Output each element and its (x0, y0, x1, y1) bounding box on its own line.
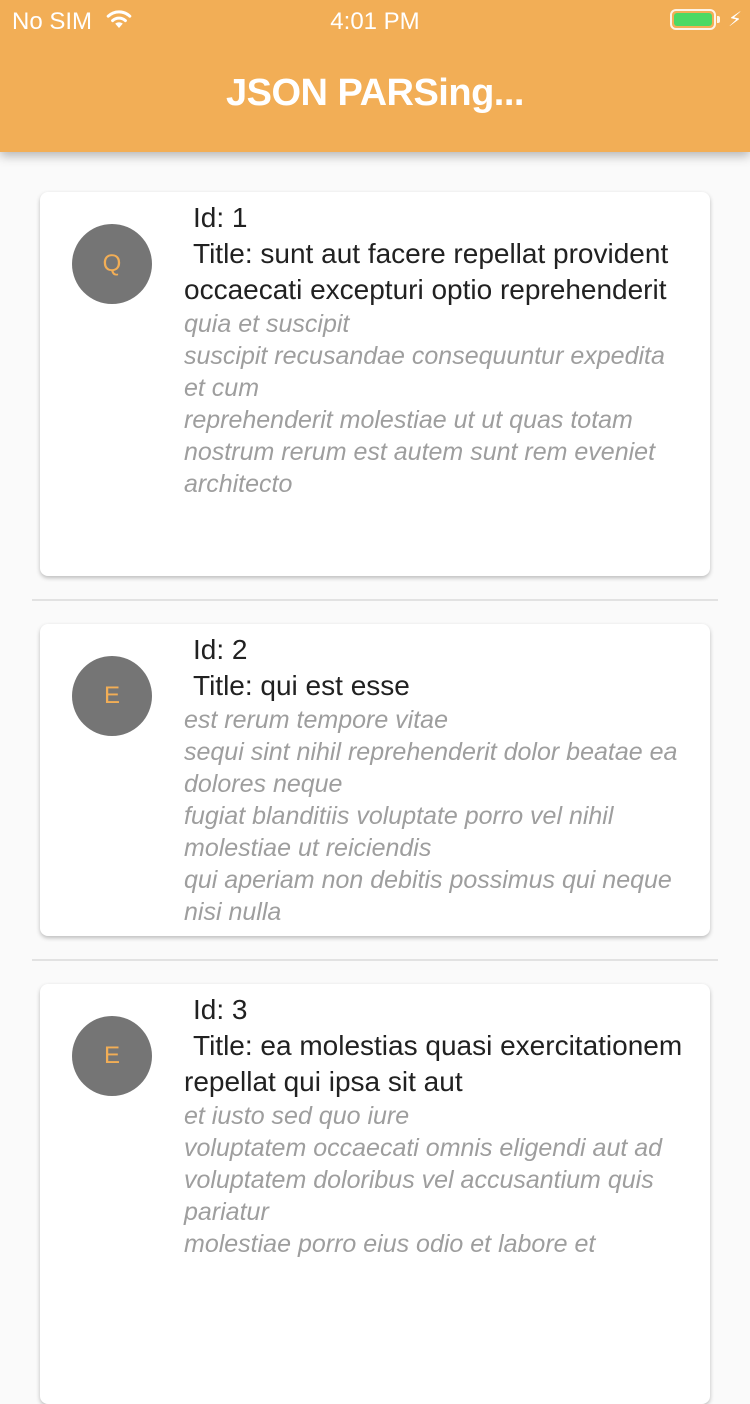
post-body-line: nostrum rerum est autem sunt rem eveniet… (184, 438, 656, 498)
battery-icon (670, 9, 720, 30)
post-body-line: voluptatem doloribus vel accusantium qui… (184, 1166, 654, 1226)
post-card[interactable]: E Id: 2 Title: qui est esse est rerum te… (40, 624, 710, 936)
status-bar: No SIM 4:01 PM ⚡ (0, 0, 750, 40)
avatar: E (72, 1016, 152, 1096)
post-body-line: quia et suscipit (184, 310, 350, 338)
status-time: 4:01 PM (330, 8, 420, 35)
post-card[interactable]: E Id: 3 Title: ea molestias quasi exerci… (40, 984, 710, 1404)
list-item: Q Id: 1 Title: sunt aut facere repellat … (0, 152, 750, 601)
post-body: quia et suscipit suscipit recusandae con… (184, 308, 684, 500)
post-body-line: et iusto sed quo iure (184, 1102, 410, 1130)
post-body-line: est rerum tempore vitae (184, 706, 448, 734)
avatar-letter: Q (102, 250, 122, 277)
list-item: E Id: 2 Title: qui est esse est rerum te… (0, 600, 750, 961)
post-title: Title: qui est esse (193, 670, 410, 701)
post-id: Id: 3 (193, 994, 248, 1025)
post-id: Id: 1 (193, 202, 248, 233)
post-body-line: fugiat blanditiis voluptate porro vel ni… (184, 802, 614, 862)
post-card[interactable]: Q Id: 1 Title: sunt aut facere repellat … (40, 192, 710, 576)
avatar: Q (72, 224, 152, 304)
post-body-line: suscipit recusandae consequuntur expedit… (184, 342, 665, 402)
post-body: et iusto sed quo iure voluptatem occaeca… (184, 1100, 684, 1260)
post-title: Title: ea molestias quasi exercitationem… (184, 1030, 683, 1097)
post-body-line: reprehenderit molestiae ut ut quas totam (184, 406, 633, 434)
battery-level (674, 13, 712, 26)
post-body: est rerum tempore vitae sequi sint nihil… (184, 704, 684, 928)
post-id: Id: 2 (193, 634, 248, 665)
post-list[interactable]: Q Id: 1 Title: sunt aut facere repellat … (0, 152, 750, 1404)
post-body-line: sequi sint nihil reprehenderit dolor bea… (184, 738, 678, 798)
post-body-line: voluptatem occaecati omnis eligendi aut … (184, 1134, 663, 1162)
list-item: E Id: 3 Title: ea molestias quasi exerci… (0, 960, 750, 1404)
post-title: Title: sunt aut facere repellat providen… (184, 238, 669, 305)
post-body-line: qui aperiam non debitis possimus qui neq… (184, 866, 672, 926)
app-bar: No SIM 4:01 PM ⚡ JSON PARSing... (0, 0, 750, 152)
avatar-letter: E (103, 1042, 120, 1069)
avatar: E (72, 656, 152, 736)
app-bar-title: JSON PARSing... (226, 72, 524, 114)
avatar-letter: E (103, 682, 120, 709)
post-body-line: molestiae porro eius odio et labore et (184, 1230, 596, 1258)
charging-bolt-icon: ⚡ (728, 9, 743, 31)
